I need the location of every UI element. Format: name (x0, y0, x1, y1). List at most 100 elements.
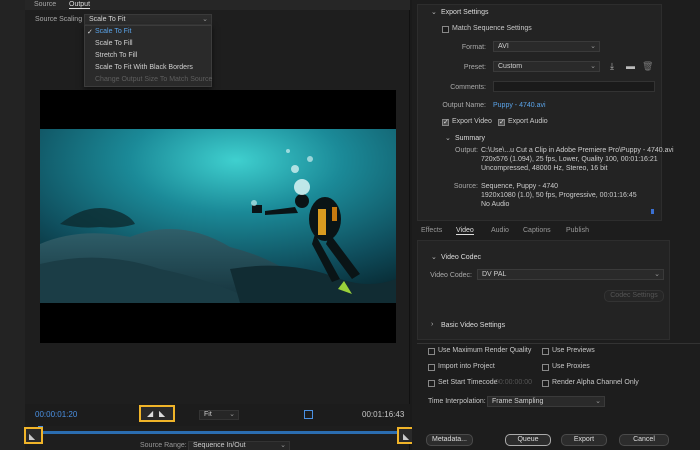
tab-publish[interactable]: Publish (566, 227, 589, 234)
end-timecode[interactable]: 00:01:16:43 (362, 410, 404, 419)
chevron-down-icon: ⌄ (654, 271, 660, 278)
dropdown-item-scale-to-fit[interactable]: Scale To Fit (95, 28, 131, 35)
format-select[interactable]: AVI ⌄ (493, 41, 600, 52)
queue-button[interactable]: Queue (505, 434, 551, 446)
tab-audio[interactable]: Audio (491, 227, 509, 234)
collapse-chevron-icon[interactable]: ⌄ (431, 8, 437, 16)
zoom-fit-value: Fit (204, 411, 212, 418)
preset-label: Preset: (463, 64, 486, 71)
video-codec-heading: Video Codec (441, 254, 481, 261)
import-project-label: Import into Project (438, 363, 495, 370)
time-interpolation-select[interactable]: Frame Sampling ⌄ (487, 396, 605, 407)
metadata-button[interactable]: Metadata... (426, 434, 473, 446)
chevron-down-icon: ⌄ (590, 63, 596, 70)
video-preview-frame (40, 129, 396, 303)
summary-output-line: 720x576 (1.094), 25 fps, Lower, Quality … (481, 156, 658, 163)
cancel-button[interactable]: Cancel (619, 434, 669, 446)
export-audio-checkbox[interactable] (498, 118, 505, 126)
summary-output-label: Output: (455, 147, 478, 154)
source-range-value: Sequence In/Out (193, 442, 246, 449)
render-alpha-checkbox[interactable] (542, 380, 549, 387)
start-timecode-value: 00:00:00:00 (495, 379, 532, 386)
dropdown-item-fit-black-borders[interactable]: Scale To Fit With Black Borders (95, 64, 193, 71)
left-edge-strip (0, 0, 25, 450)
video-codec-select[interactable]: DV PAL ⌄ (477, 269, 664, 280)
output-name-link[interactable]: Puppy - 4740.avi (493, 102, 546, 109)
delete-preset-icon[interactable]: 🗑 (642, 61, 653, 72)
comments-label: Comments: (450, 84, 486, 91)
export-video-label: Export Video (452, 118, 492, 125)
in-point-handle-highlight[interactable]: ◣ (24, 427, 43, 444)
source-scaling-value: Scale To Fit (89, 16, 126, 23)
format-label: Format: (461, 44, 486, 51)
chevron-down-icon: ⌄ (202, 16, 208, 23)
import-preset-icon[interactable]: ▬ (626, 61, 635, 71)
tab-video[interactable]: Video (456, 227, 474, 235)
use-proxies-label: Use Proxies (552, 363, 590, 370)
time-interpolation-value: Frame Sampling (492, 398, 544, 405)
in-point-icon: ◣ (29, 432, 36, 441)
start-timecode-label: Set Start Timecode (438, 379, 498, 386)
basic-video-chevron-icon[interactable]: › (431, 321, 433, 328)
codec-settings-button: Codec Settings (604, 290, 664, 302)
mark-out-icon[interactable]: ◣ (159, 409, 165, 418)
scaling-dropdown-menu: ✓ Scale To Fit Scale To Fill Stretch To … (84, 25, 212, 87)
source-scaling-select[interactable]: Scale To Fit ⌄ (84, 14, 212, 25)
source-range-select[interactable]: Sequence In/Out ⌄ (188, 441, 290, 450)
basic-video-heading: Basic Video Settings (441, 322, 506, 329)
timeline-scrub-bar[interactable] (40, 431, 410, 434)
summary-source-line: 1920x1080 (1.0), 50 fps, Progressive, 00… (481, 192, 637, 199)
use-previews-checkbox[interactable] (542, 348, 549, 355)
chevron-down-icon: ⌄ (280, 442, 286, 449)
preset-value: Custom (498, 63, 523, 70)
current-timecode[interactable]: 00:00:01:20 (35, 410, 77, 419)
summary-heading: Summary (455, 135, 485, 142)
render-alpha-label: Render Alpha Channel Only (552, 379, 639, 386)
comments-input[interactable] (493, 81, 655, 92)
codec-chevron-icon[interactable]: ⌄ (431, 253, 437, 261)
export-video-checkbox[interactable] (442, 118, 449, 126)
summary-source-label: Source: (453, 183, 478, 190)
max-render-label: Use Maximum Render Quality (438, 347, 532, 354)
dropdown-item-change-output-size: Change Output Size To Match Source (95, 76, 213, 83)
chevron-down-icon: ⌄ (590, 43, 596, 50)
dropdown-item-scale-to-fill[interactable]: Scale To Fill (95, 40, 133, 47)
summary-output-line: C:\Use\...u Cut a Clip in Adobe Premiere… (481, 147, 674, 154)
video-codec-label: Video Codec: (430, 272, 472, 279)
source-scaling-label: Source Scaling (35, 16, 83, 23)
max-render-checkbox[interactable] (428, 348, 435, 355)
use-previews-label: Use Previews (552, 347, 595, 354)
export-button[interactable]: Export (561, 434, 607, 446)
export-audio-label: Export Audio (508, 118, 548, 125)
start-timecode-checkbox[interactable] (428, 380, 435, 387)
format-value: AVI (498, 43, 509, 50)
match-sequence-label: Match Sequence Settings (452, 25, 532, 32)
save-preset-icon[interactable]: ⤓ (610, 61, 614, 72)
output-name-label: Output Name: (442, 102, 486, 109)
summary-output-line: Uncompressed, 48000 Hz, Stereo, 16 bit (481, 165, 608, 172)
tab-effects[interactable]: Effects (421, 227, 442, 234)
mark-in-icon[interactable]: ◢ (147, 409, 153, 418)
import-project-checkbox[interactable] (428, 364, 435, 371)
source-range-label: Source Range: (140, 442, 187, 449)
checkmark-icon: ✓ (87, 29, 93, 36)
match-sequence-checkbox[interactable] (442, 26, 449, 33)
chevron-down-icon: ⌄ (229, 411, 235, 418)
export-settings-heading: Export Settings (441, 9, 489, 16)
tab-source[interactable]: Source (34, 1, 56, 8)
zoom-fit-select[interactable]: Fit ⌄ (199, 410, 239, 420)
video-codec-value: DV PAL (482, 271, 507, 278)
safe-margins-icon[interactable] (304, 410, 313, 419)
tab-output[interactable]: Output (69, 1, 91, 9)
summary-chevron-icon[interactable]: ⌄ (445, 134, 451, 142)
chevron-down-icon: ⌄ (595, 398, 601, 405)
out-point-icon: ◣ (403, 432, 410, 441)
time-interpolation-label: Time Interpolation: (428, 398, 486, 405)
dropdown-item-stretch-to-fill[interactable]: Stretch To Fill (95, 52, 137, 59)
preset-select[interactable]: Custom ⌄ (493, 61, 600, 72)
tab-captions[interactable]: Captions (523, 227, 551, 234)
settings-scrollbar-thumb[interactable] (651, 209, 654, 214)
in-out-markers-highlight: ◢ ◣ (139, 405, 175, 422)
use-proxies-checkbox[interactable] (542, 364, 549, 371)
source-output-tabbar: Source Output (25, 0, 410, 10)
